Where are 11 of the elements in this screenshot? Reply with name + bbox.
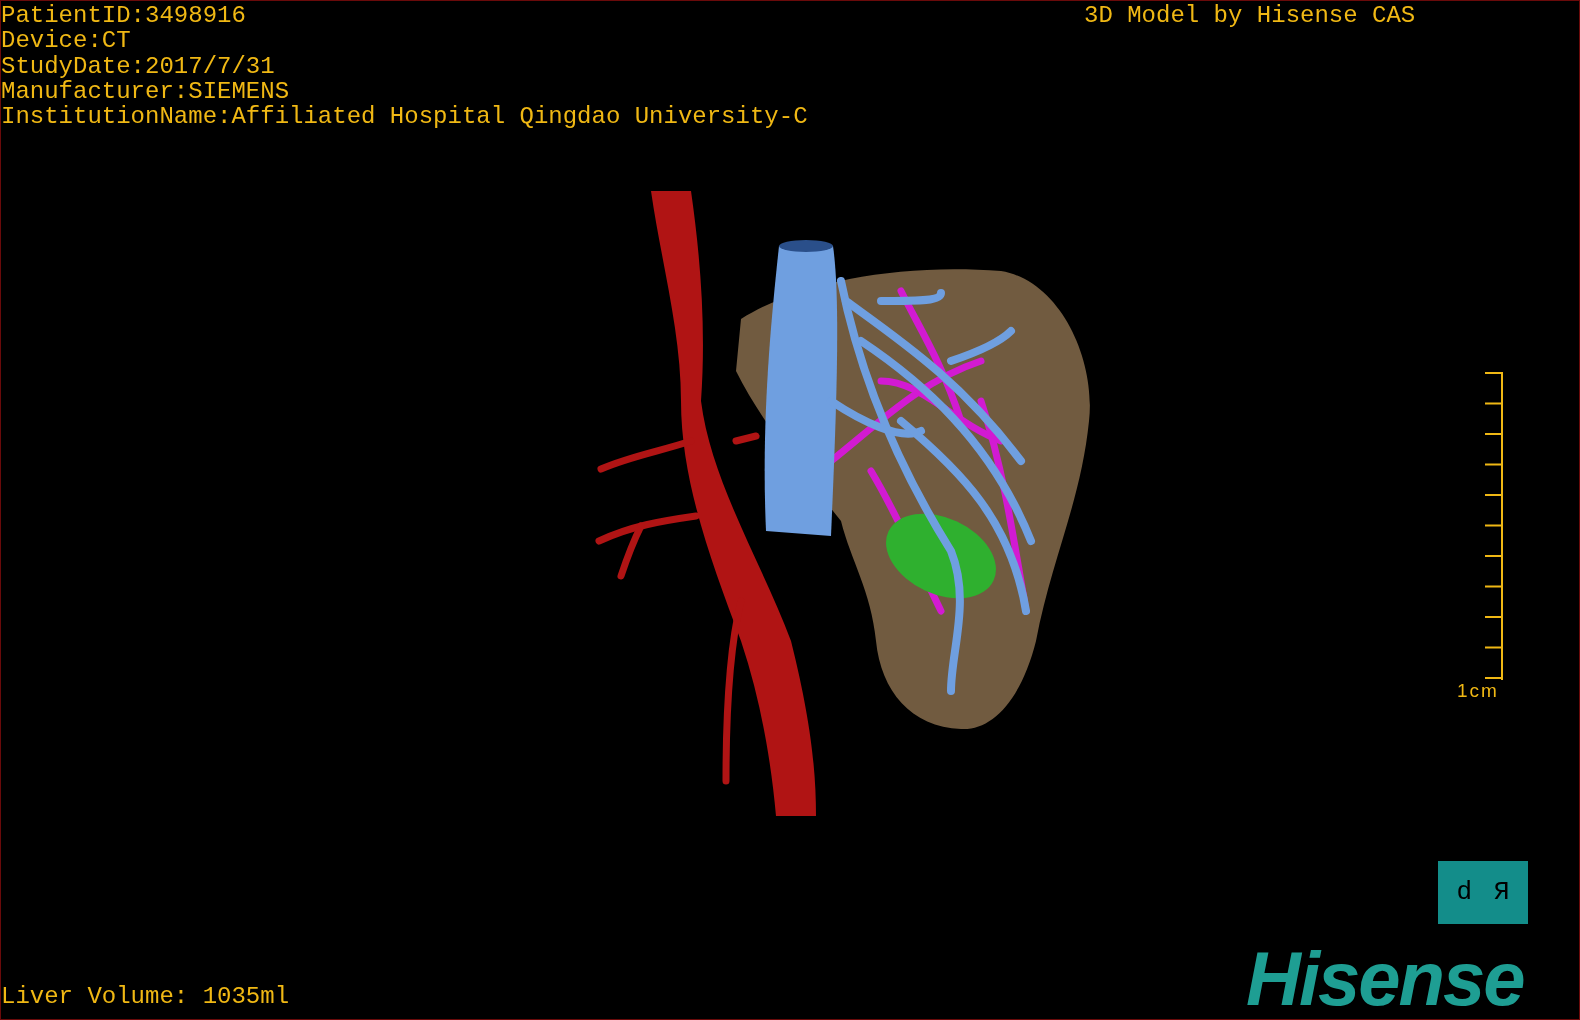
patient-info-line: StudyDate:2017/7/31 xyxy=(1,53,276,79)
volume-label: Liver Volume: 1035ml xyxy=(1,984,290,1010)
scale-label: 1cm xyxy=(1457,681,1499,701)
patient-info-line: PatientID:3498916 xyxy=(1,3,247,29)
patient-info-line: Device:CT xyxy=(1,28,132,54)
orientation-letter: R xyxy=(1494,876,1510,909)
model-caption: 3D Model by Hisense CAS xyxy=(1084,3,1416,28)
patient-info-line: Manufacturer:SIEMENS xyxy=(1,78,291,105)
patient-info-line: InstitutionName:Affiliated Hospital Qingdao University-C xyxy=(1,104,808,130)
orientation-letter: d xyxy=(1456,876,1472,909)
brand-logo: Hisense xyxy=(1246,939,1524,1019)
